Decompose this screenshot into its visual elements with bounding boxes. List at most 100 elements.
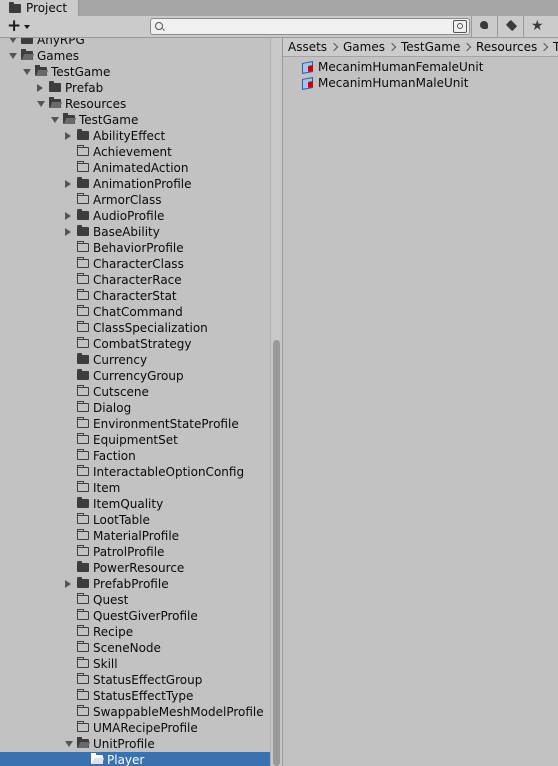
tree-row[interactable]: Recipe: [0, 624, 270, 640]
tree-row[interactable]: PrefabProfile: [0, 576, 270, 592]
collapse-arrow-icon[interactable]: [65, 180, 71, 188]
tree-row[interactable]: CharacterRace: [0, 272, 270, 288]
expand-arrow-icon[interactable]: [37, 101, 45, 107]
tree-row[interactable]: BaseAbility: [0, 224, 270, 240]
tree-row[interactable]: TestGame: [0, 64, 270, 80]
tree-row[interactable]: Cutscene: [0, 384, 270, 400]
expand-arrow-icon[interactable]: [9, 38, 17, 43]
folder-icon: [63, 113, 75, 124]
search-by-type-button[interactable]: [471, 16, 498, 37]
breadcrumb-item[interactable]: Assets: [288, 38, 327, 56]
folder-icon: [35, 65, 47, 76]
tree-row[interactable]: Item: [0, 480, 270, 496]
folder-icon: [77, 689, 89, 700]
breadcrumb-item[interactable]: TestGame: [401, 38, 460, 56]
tree-row[interactable]: StatusEffectType: [0, 688, 270, 704]
tree-row-label: Currency: [93, 353, 148, 367]
tree-row-label: CharacterStat: [93, 289, 177, 303]
tree-row[interactable]: Achievement: [0, 144, 270, 160]
tree-row[interactable]: AnimationProfile: [0, 176, 270, 192]
folder-icon: [77, 497, 89, 508]
tree-row[interactable]: MaterialProfile: [0, 528, 270, 544]
tree-row-label: AudioProfile: [93, 209, 165, 223]
tree-row[interactable]: CombatStrategy: [0, 336, 270, 352]
folder-icon: [77, 369, 89, 380]
tree-row[interactable]: SwappableMeshModelProfile: [0, 704, 270, 720]
search-input[interactable]: [167, 19, 437, 34]
tree-row-label: CharacterClass: [93, 257, 184, 271]
scrollbar-thumb[interactable]: [273, 340, 280, 766]
search-by-label-button[interactable]: [497, 16, 524, 37]
tree-row[interactable]: ArmorClass: [0, 192, 270, 208]
tree-row[interactable]: AnimatedAction: [0, 160, 270, 176]
add-asset-button[interactable]: +: [7, 17, 35, 35]
tree-row-label: UMARecipeProfile: [93, 721, 198, 735]
breadcrumb-item[interactable]: TestGame: [553, 38, 558, 56]
folder-icon: [77, 513, 89, 524]
tree-row[interactable]: AudioProfile: [0, 208, 270, 224]
tree-row-label: Faction: [93, 449, 136, 463]
tree-row[interactable]: QuestGiverProfile: [0, 608, 270, 624]
tab-project[interactable]: Project: [0, 0, 79, 16]
folder-icon: [49, 81, 61, 92]
tree-row[interactable]: Player: [0, 752, 270, 766]
tree-row[interactable]: Dialog: [0, 400, 270, 416]
breadcrumb-item[interactable]: Games: [343, 38, 385, 56]
tree-row[interactable]: PatrolProfile: [0, 544, 270, 560]
plus-icon: +: [7, 15, 22, 36]
tree-row[interactable]: StatusEffectGroup: [0, 672, 270, 688]
tree-row[interactable]: ItemQuality: [0, 496, 270, 512]
prefab-icon: [302, 77, 313, 90]
folder-icon: [77, 673, 89, 684]
tree-row[interactable]: InteractableOptionConfig: [0, 464, 270, 480]
search-field[interactable]: [150, 18, 470, 35]
tree-row[interactable]: EnvironmentStateProfile: [0, 416, 270, 432]
tree-row[interactable]: TestGame: [0, 112, 270, 128]
collapse-arrow-icon[interactable]: [65, 212, 71, 220]
search-scope-icon[interactable]: [453, 20, 467, 33]
collapse-arrow-icon[interactable]: [37, 84, 43, 92]
expand-arrow-icon[interactable]: [51, 117, 59, 123]
tree-scrollbar[interactable]: [270, 38, 283, 766]
tree-row[interactable]: SceneNode: [0, 640, 270, 656]
tree-row[interactable]: CurrencyGroup: [0, 368, 270, 384]
tree-row-label: Player: [107, 753, 145, 766]
tree-row[interactable]: AbilityEffect: [0, 128, 270, 144]
expand-arrow-icon[interactable]: [65, 741, 73, 747]
collapse-arrow-icon[interactable]: [65, 228, 71, 236]
tab-bar: Project: [0, 0, 558, 16]
favorites-button[interactable]: ★: [523, 16, 550, 37]
filter-by-type-icon: [480, 21, 488, 29]
tree-row[interactable]: Games: [0, 48, 270, 64]
chevron-right-icon: [539, 42, 549, 52]
tree-row[interactable]: UnitProfile: [0, 736, 270, 752]
expand-arrow-icon[interactable]: [23, 69, 31, 75]
tree-row[interactable]: LootTable: [0, 512, 270, 528]
tree-row[interactable]: Prefab: [0, 80, 270, 96]
tree-row[interactable]: Quest: [0, 592, 270, 608]
tree-row[interactable]: UMARecipeProfile: [0, 720, 270, 736]
tree-row[interactable]: Faction: [0, 448, 270, 464]
tree-row[interactable]: BehaviorProfile: [0, 240, 270, 256]
tree-row-label: Recipe: [93, 625, 134, 639]
chevron-right-icon: [387, 42, 397, 52]
tree-row[interactable]: Resources: [0, 96, 270, 112]
collapse-arrow-icon[interactable]: [65, 132, 71, 140]
tree-row[interactable]: CharacterClass: [0, 256, 270, 272]
folder-icon: [77, 593, 89, 604]
tree-row[interactable]: CharacterStat: [0, 288, 270, 304]
collapse-arrow-icon[interactable]: [65, 580, 71, 588]
tree-row[interactable]: AnyRPG: [0, 38, 270, 48]
tree-row[interactable]: PowerResource: [0, 560, 270, 576]
tree-row[interactable]: EquipmentSet: [0, 432, 270, 448]
tree-row[interactable]: ChatCommand: [0, 304, 270, 320]
folder-icon: [77, 241, 89, 252]
tree-row[interactable]: Skill: [0, 656, 270, 672]
breadcrumb-item[interactable]: Resources: [476, 38, 537, 56]
tree-row[interactable]: ClassSpecialization: [0, 320, 270, 336]
expand-arrow-icon[interactable]: [9, 53, 17, 59]
tree-row-label: ChatCommand: [93, 305, 183, 319]
tree-row[interactable]: Currency: [0, 352, 270, 368]
folder-icon: [77, 289, 89, 300]
folder-icon: [77, 417, 89, 428]
